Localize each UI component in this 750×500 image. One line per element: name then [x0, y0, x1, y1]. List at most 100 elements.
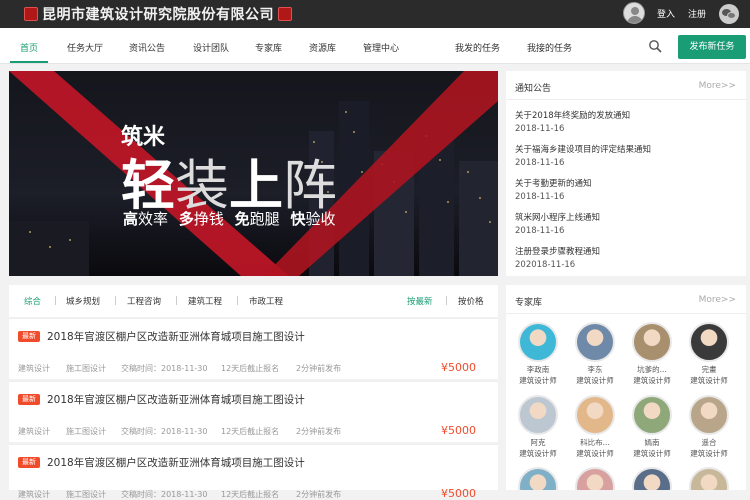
- expert-avatar: [689, 395, 729, 435]
- expert-avatar: [632, 467, 672, 490]
- task-price: ¥5000: [441, 487, 476, 500]
- task-deadline: 交稿时间：2018-11-30: [121, 490, 208, 499]
- nav-experts[interactable]: 专家库: [255, 41, 282, 54]
- new-badge: 最新: [18, 394, 40, 405]
- expert-card[interactable]: [568, 467, 622, 490]
- publish-task-button[interactable]: 发布新任务: [678, 35, 746, 59]
- nav-design-team[interactable]: 设计团队: [193, 41, 229, 54]
- wechat-icon[interactable]: [719, 4, 739, 24]
- divider: [237, 296, 238, 305]
- login-link[interactable]: 登入: [657, 7, 675, 20]
- nav-news[interactable]: 资讯公告: [129, 41, 165, 54]
- expert-card[interactable]: [625, 467, 679, 490]
- expert-more-link[interactable]: More>>: [699, 295, 736, 305]
- notice-title[interactable]: 关于2018年终奖励的发放通知: [515, 109, 630, 121]
- task-remaining: 12天后截止报名: [221, 364, 280, 373]
- expert-card[interactable]: 李东 建筑设计师: [568, 322, 622, 386]
- task-card[interactable]: 最新 2018年官渡区棚户区改造新亚洲体育城项目施工图设计 建筑设计 施工图设计…: [9, 444, 498, 500]
- company-logo[interactable]: 昆明市建筑设计研究院股份有限公司: [24, 4, 292, 24]
- expert-name: 坑爹的...: [637, 365, 667, 374]
- expert-card[interactable]: 阿克 建筑设计师: [511, 395, 565, 459]
- divider: [115, 296, 116, 305]
- nav-my-published-tasks[interactable]: 我发的任务: [455, 41, 500, 54]
- sort-newest[interactable]: 按最新: [407, 295, 433, 307]
- notice-date: 202018-11-16: [515, 260, 576, 270]
- expert-avatar: [632, 395, 672, 435]
- expert-role: 建筑设计师: [576, 376, 614, 385]
- expert-avatar: [689, 322, 729, 362]
- task-price: ¥5000: [441, 424, 476, 437]
- task-published: 2分钟前发布: [296, 427, 342, 436]
- expert-panel-title: 专家库: [515, 298, 543, 308]
- filter-all[interactable]: 综合: [24, 295, 41, 307]
- expert-avatar: [689, 467, 729, 490]
- sort-price[interactable]: 按价格: [458, 295, 484, 307]
- filter-building-engineering[interactable]: 建筑工程: [188, 295, 222, 307]
- expert-role: 建筑设计师: [690, 449, 728, 458]
- divider: [176, 296, 177, 305]
- nav-task-hall[interactable]: 任务大厅: [67, 41, 103, 54]
- notice-panel: 通知公告 More>> 关于2018年终奖励的发放通知 2018-11-16 关…: [506, 71, 746, 276]
- divider: [506, 99, 746, 100]
- expert-card[interactable]: 遥合 建筑设计师: [682, 395, 736, 459]
- new-badge: 最新: [18, 331, 40, 342]
- notice-panel-title: 通知公告: [515, 84, 552, 94]
- task-deadline: 交稿时间：2018-11-30: [121, 427, 208, 436]
- seal-icon: [24, 7, 38, 21]
- expert-avatar: [575, 395, 615, 435]
- task-published: 2分钟前发布: [296, 364, 342, 373]
- company-name: 昆明市建筑设计研究院股份有限公司: [42, 7, 274, 23]
- register-link[interactable]: 注册: [688, 7, 706, 20]
- divider: [446, 296, 447, 305]
- expert-card[interactable]: 完畫 建筑设计师: [682, 322, 736, 386]
- expert-card[interactable]: 科比布... 建筑设计师: [568, 395, 622, 459]
- task-published: 2分钟前发布: [296, 490, 342, 499]
- expert-role: 建筑设计师: [633, 449, 671, 458]
- task-type: 建筑设计: [18, 364, 50, 373]
- notice-title[interactable]: 注册登录步骤教程通知: [515, 245, 600, 257]
- top-bar: 昆明市建筑设计研究院股份有限公司 登入 注册: [0, 0, 750, 28]
- nav-admin[interactable]: 管理中心: [363, 41, 399, 54]
- notice-more-link[interactable]: More>>: [699, 81, 736, 91]
- notice-title[interactable]: 筑米网小程序上线通知: [515, 211, 600, 223]
- task-card[interactable]: 最新 2018年官渡区棚户区改造新亚洲体育城项目施工图设计 建筑设计 施工图设计…: [9, 318, 498, 379]
- notice-title[interactable]: 关于考勤更新的通知: [515, 177, 592, 189]
- expert-avatar: [575, 467, 615, 490]
- filter-engineering-consulting[interactable]: 工程咨询: [127, 295, 161, 307]
- expert-card[interactable]: 坑爹的... 建筑设计师: [625, 322, 679, 386]
- main-nav: 首页 任务大厅 资讯公告 设计团队 专家库 资源库 管理中心 我发的任务 我接的…: [0, 28, 750, 64]
- expert-name: 嫣南: [644, 438, 660, 447]
- expert-avatar: [518, 467, 558, 490]
- filter-municipal-engineering[interactable]: 市政工程: [249, 295, 283, 307]
- expert-card[interactable]: 嫣南 建筑设计师: [625, 395, 679, 459]
- filter-urban-planning[interactable]: 城乡规划: [66, 295, 100, 307]
- expert-card[interactable]: [682, 467, 736, 490]
- expert-name: 李东: [587, 365, 603, 374]
- expert-role: 建筑设计师: [576, 449, 614, 458]
- promo-banner[interactable]: 筑米 轻装上阵 高效率 多挣钱 免跑腿 快验收: [9, 71, 498, 276]
- task-card[interactable]: 最新 2018年官渡区棚户区改造新亚洲体育城项目施工图设计 建筑设计 施工图设计…: [9, 381, 498, 442]
- expert-card[interactable]: [511, 467, 565, 490]
- expert-role: 建筑设计师: [519, 376, 557, 385]
- notice-date: 2018-11-16: [515, 124, 565, 134]
- task-type: 建筑设计: [18, 427, 50, 436]
- search-icon[interactable]: [648, 39, 662, 53]
- expert-role: 建筑设计师: [519, 449, 557, 458]
- notice-title[interactable]: 关于福海乡建设项目的评定结果通知: [515, 143, 651, 155]
- expert-name: 科比布...: [580, 438, 610, 447]
- task-stage: 施工图设计: [66, 427, 106, 436]
- divider: [55, 296, 56, 305]
- task-remaining: 12天后截止报名: [221, 490, 280, 499]
- expert-card[interactable]: 李政南 建筑设计师: [511, 322, 565, 386]
- nav-home[interactable]: 首页: [20, 41, 38, 54]
- nav-my-accepted-tasks[interactable]: 我接的任务: [527, 41, 572, 54]
- task-remaining: 12天后截止报名: [221, 427, 280, 436]
- seal-icon: [278, 7, 292, 21]
- task-title[interactable]: 2018年官渡区棚户区改造新亚洲体育城项目施工图设计: [47, 455, 305, 470]
- task-title[interactable]: 2018年官渡区棚户区改造新亚洲体育城项目施工图设计: [47, 329, 305, 344]
- nav-resources[interactable]: 资源库: [309, 41, 336, 54]
- user-avatar-icon[interactable]: [623, 2, 645, 24]
- task-title[interactable]: 2018年官渡区棚户区改造新亚洲体育城项目施工图设计: [47, 392, 305, 407]
- task-deadline: 交稿时间：2018-11-30: [121, 364, 208, 373]
- notice-date: 2018-11-16: [515, 226, 565, 236]
